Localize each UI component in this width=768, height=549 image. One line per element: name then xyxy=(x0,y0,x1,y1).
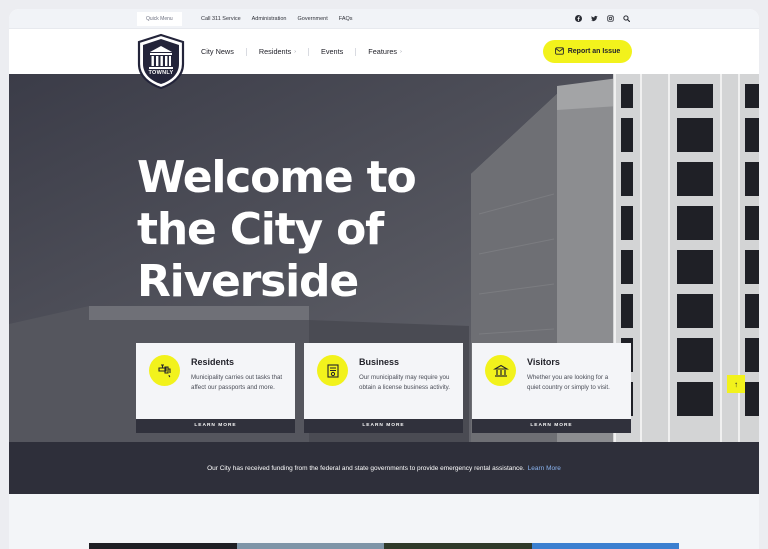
card-title: Residents xyxy=(191,357,235,367)
nav-item-city-news[interactable]: City News xyxy=(201,47,234,56)
card-visitors[interactable]: Visitors Whether you are looking for a q… xyxy=(472,343,631,433)
nav-divider xyxy=(307,47,309,56)
top-utility-bar: Quick Menu Call 311 Service Administrati… xyxy=(9,9,759,29)
faucet-icon xyxy=(149,355,180,386)
thumbnail-image xyxy=(531,543,679,549)
nav-divider xyxy=(355,47,357,56)
learn-more-link[interactable]: LEARN MORE xyxy=(136,419,295,433)
learn-more-link[interactable]: LEARN MORE xyxy=(472,419,631,433)
card-title: Visitors xyxy=(527,357,560,367)
report-issue-label: Report an Issue xyxy=(567,48,621,55)
nav-item-features[interactable]: Features › xyxy=(368,47,401,56)
report-issue-button[interactable]: Report an Issue xyxy=(543,40,632,63)
card-residents[interactable]: Residents Municipality carries out tasks… xyxy=(136,343,295,433)
card-title: Business xyxy=(359,357,400,367)
license-document-icon xyxy=(317,355,348,386)
notice-paragraph: Our City has received funding from the f… xyxy=(207,465,561,472)
notice-bar: Our City has received funding from the f… xyxy=(9,442,759,494)
hero-title: Welcome to the City of Riverside xyxy=(137,152,417,307)
envelope-icon xyxy=(554,46,564,57)
nav-item-residents[interactable]: Residents › xyxy=(259,47,296,56)
thumbnail-image xyxy=(89,543,237,549)
logo-text: TOWNLY xyxy=(148,70,174,76)
arrow-up-icon: ↑ xyxy=(734,379,738,389)
top-link-administration[interactable]: Administration xyxy=(252,16,287,22)
twitter-icon[interactable] xyxy=(591,15,598,24)
top-link-faqs[interactable]: FAQs xyxy=(339,16,353,22)
quick-menu-button[interactable]: Quick Menu xyxy=(137,12,182,26)
thumbnail-image xyxy=(384,543,532,549)
top-link-government[interactable]: Government xyxy=(298,16,328,22)
facebook-icon[interactable] xyxy=(575,14,582,24)
hero-section: Welcome to the City of Riverside Residen… xyxy=(9,74,759,442)
card-text: Whether you are looking for a quiet coun… xyxy=(527,374,610,391)
browser-frame: Quick Menu Call 311 Service Administrati… xyxy=(9,9,759,549)
top-links: Call 311 Service Administration Governme… xyxy=(201,9,353,29)
scroll-to-top-button[interactable]: ↑ xyxy=(727,375,745,393)
chevron-down-icon: › xyxy=(400,48,402,55)
hero-cards: Residents Municipality carries out tasks… xyxy=(136,343,631,433)
nav-item-events[interactable]: Events xyxy=(321,47,343,56)
notice-learn-more-link[interactable]: Learn More xyxy=(528,465,561,472)
thumbnail-image xyxy=(236,543,384,549)
instagram-icon[interactable] xyxy=(607,14,614,24)
main-nav: City News Residents › Events Features › xyxy=(201,29,402,74)
learn-more-link[interactable]: LEARN MORE xyxy=(304,419,463,433)
chevron-down-icon: › xyxy=(294,48,296,55)
social-links xyxy=(575,9,630,29)
card-text: Our municipality may require you obtain … xyxy=(359,374,451,391)
card-text: Municipality carries out tasks that affe… xyxy=(191,374,283,391)
main-header: TOWNLY City News Residents › Events Featu… xyxy=(9,29,759,90)
below-fold-section xyxy=(9,494,759,549)
notice-text: Our City has received funding from the f… xyxy=(207,464,525,472)
townly-logo[interactable]: TOWNLY xyxy=(136,33,186,90)
image-strip xyxy=(89,543,679,549)
search-icon[interactable] xyxy=(623,14,630,24)
card-business[interactable]: Business Our municipality may require yo… xyxy=(304,343,463,433)
top-link-call-311[interactable]: Call 311 Service xyxy=(201,16,241,22)
landmark-icon xyxy=(485,355,516,386)
nav-divider xyxy=(245,47,247,56)
